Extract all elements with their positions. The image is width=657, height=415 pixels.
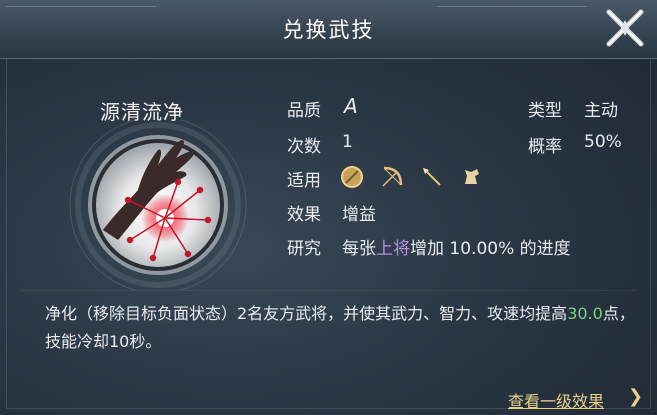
- applies-icons: [339, 164, 485, 190]
- rate-value: 50%: [584, 132, 622, 152]
- bow-icon: [382, 166, 403, 187]
- description-highlight: 30.0: [567, 304, 603, 323]
- purify-hand-icon: [69, 120, 247, 290]
- effect-label: 效果: [287, 205, 321, 225]
- skill-description: 净化（移除目标负面状态）2名友方武将，并使其武力、智力、攻速均提高30.0点，技…: [45, 300, 635, 356]
- effect-row: 效果 增益: [287, 200, 376, 225]
- rate-label: 概率: [528, 137, 562, 157]
- effect-value: 增益: [342, 205, 376, 225]
- dialog-title-bar: 兑换武技: [0, 0, 657, 59]
- section-divider: [20, 290, 637, 291]
- close-icon[interactable]: [603, 6, 647, 50]
- research-prefix: 每张: [342, 239, 376, 259]
- research-highlight: 上将: [376, 239, 410, 259]
- research-suffix: 增加 10.00% 的进度: [410, 239, 571, 259]
- quality-value: A: [344, 94, 358, 118]
- type-value: 主动: [584, 101, 618, 121]
- spear-icon: [423, 168, 441, 186]
- count-value: 1: [342, 132, 353, 152]
- horse-icon: [465, 169, 479, 184]
- type-label: 类型: [528, 101, 562, 121]
- count-row: 次数 1: [287, 132, 353, 157]
- shield-icon: [341, 166, 363, 188]
- quality-row: 品质 A: [287, 94, 358, 121]
- description-text-1: 净化（移除目标负面状态）2名友方武将，并使其武力、智力、攻速均提高: [45, 304, 568, 323]
- exchange-skill-dialog: 兑换武技 源清流净 品质 A 次数 1 适用 效果 增益 研究 每张上将增加 1…: [0, 0, 657, 415]
- applies-row: 适用: [287, 166, 479, 191]
- quality-label: 品质: [287, 101, 321, 121]
- count-label: 次数: [287, 137, 321, 157]
- chevron-right-icon[interactable]: ❯: [628, 386, 643, 407]
- view-level1-effect-link[interactable]: 查看一级效果: [508, 388, 604, 412]
- applies-label: 适用: [287, 171, 321, 191]
- research-value: 每张上将增加 10.00% 的进度: [342, 234, 571, 259]
- research-label: 研究: [287, 239, 321, 259]
- dialog-title: 兑换武技: [282, 18, 375, 42]
- research-row: 研究 每张上将增加 10.00% 的进度: [287, 234, 571, 259]
